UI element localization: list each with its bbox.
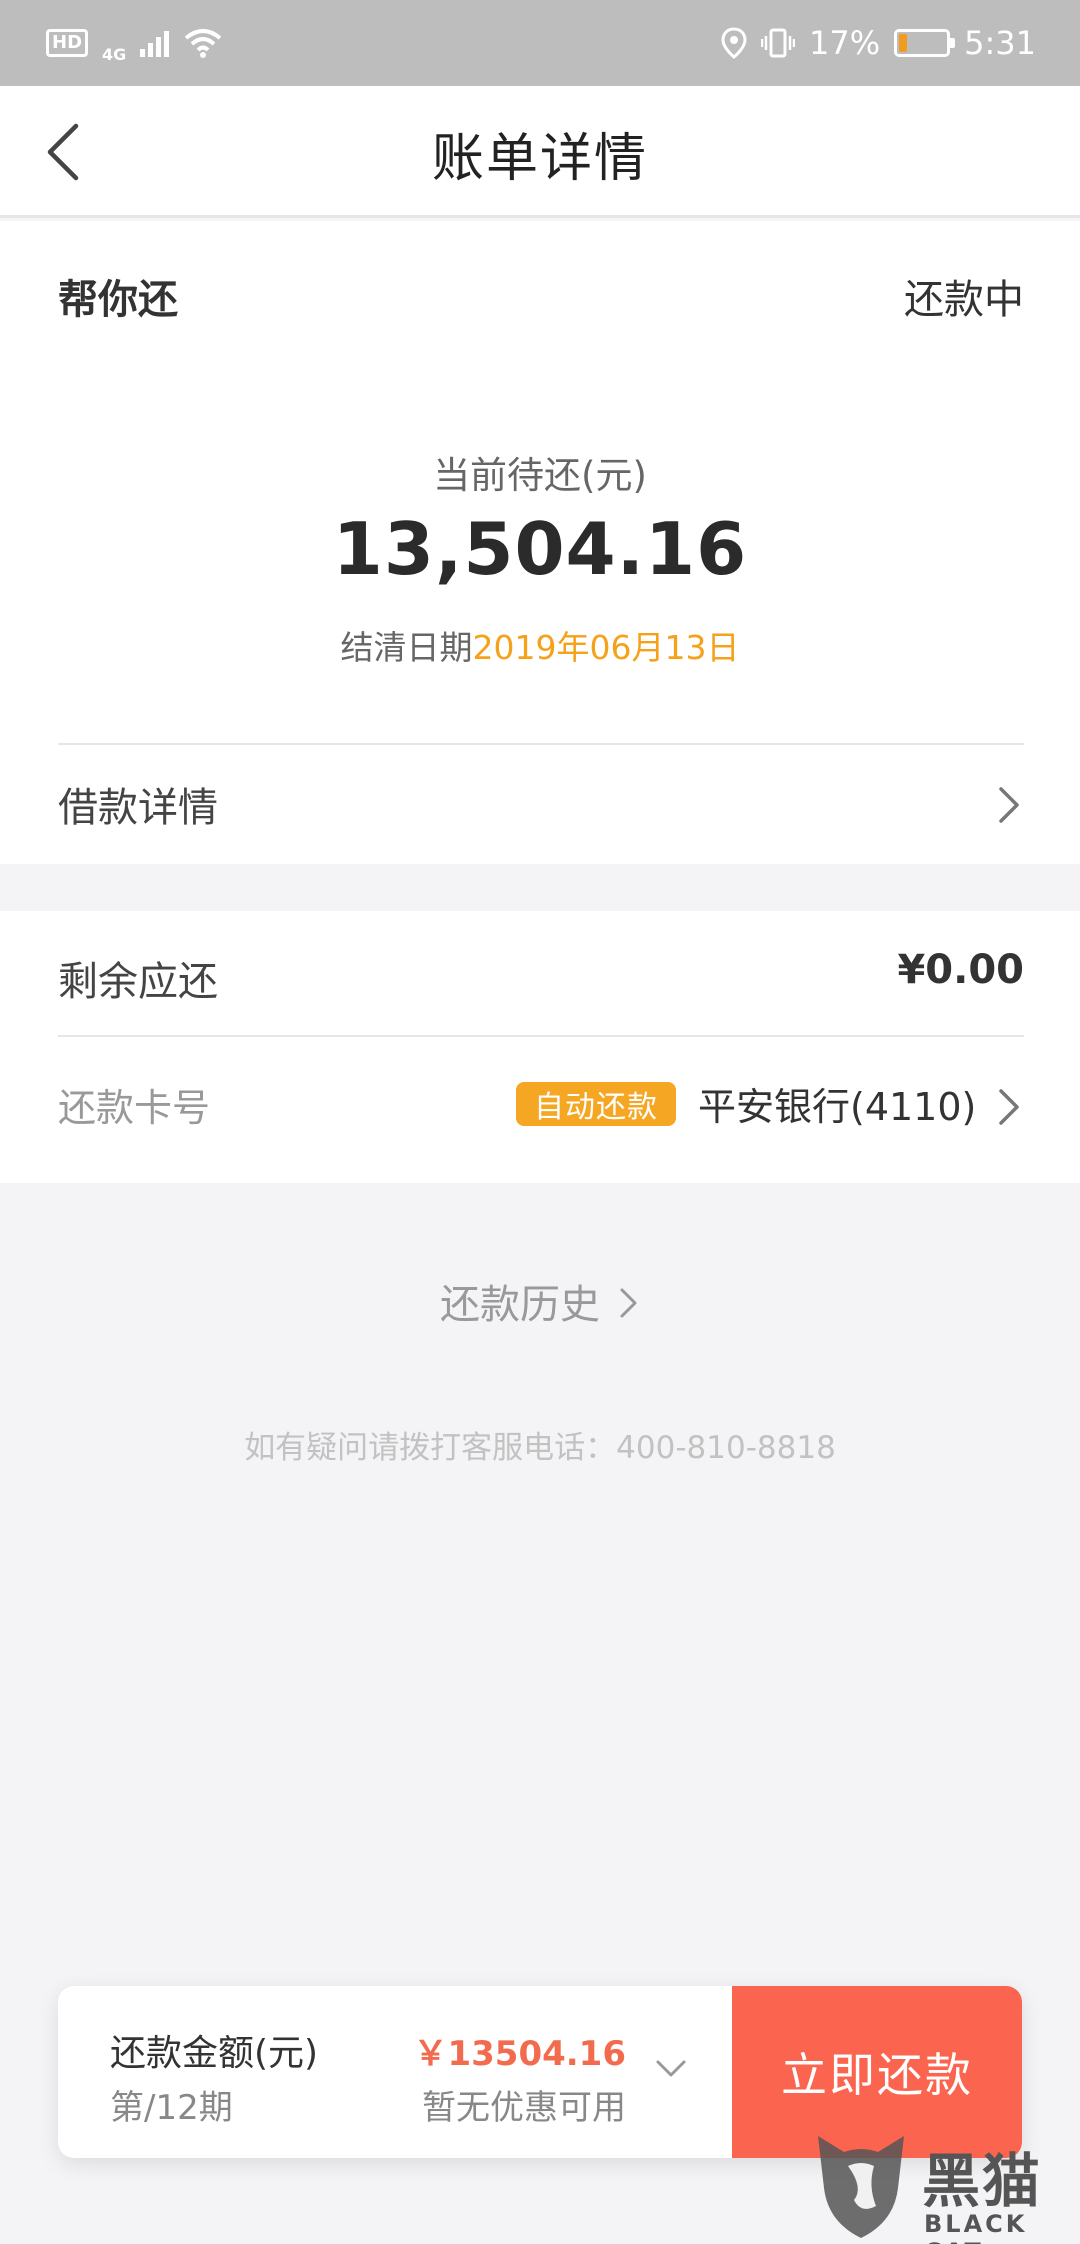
loan-details-label: 借款详情	[58, 785, 218, 831]
product-name: 帮你还	[58, 277, 178, 323]
pay-amount: ￥13504.16	[413, 2034, 626, 2074]
black-cat-watermark: 黑猫 BLACK CAT	[806, 2126, 1080, 2244]
chevron-right-icon	[620, 1288, 637, 1318]
status-right: 17% 5:31	[721, 24, 1036, 62]
status-left: HD 4G	[46, 23, 222, 64]
bill-summary-card: 帮你还 还款中 当前待还(元) 13,504.16 结清日期2019年06月13…	[0, 221, 1080, 864]
battery-icon	[894, 29, 956, 57]
page-title: 账单详情	[431, 129, 648, 189]
hd-icon: HD	[46, 29, 89, 57]
repayment-history-link[interactable]: 还款历史	[0, 1272, 1080, 1330]
chevron-right-icon	[999, 787, 1019, 823]
status-badge: 还款中	[904, 277, 1024, 323]
remaining-label: 剩余应还	[58, 959, 218, 1005]
settle-date: 2019年06月13日	[472, 628, 740, 667]
status-bar: HD 4G 17% 5:31	[0, 0, 1080, 86]
nav-bar: 账单详情	[0, 86, 1080, 218]
due-amount: 13,504.16	[332, 507, 748, 591]
settle-prefix: 结清日期	[340, 628, 473, 667]
battery-level	[899, 34, 908, 52]
history-label: 还款历史	[440, 1282, 600, 1328]
repayment-card-row[interactable]: 还款卡号 自动还款 平安银行(4110)	[0, 1037, 1080, 1183]
promo-text: 暂无优惠可用	[422, 2088, 626, 2128]
signal-icon	[140, 31, 170, 57]
clock: 5:31	[964, 24, 1036, 62]
card-number-label: 还款卡号	[58, 1086, 211, 1130]
vibrate-icon	[761, 28, 796, 58]
watermark-sub: BLACK CAT	[924, 2210, 1028, 2244]
pay-amount-label: 还款金额(元)	[110, 2033, 319, 2074]
bank-card-value: 平安银行(4110)	[698, 1085, 977, 1129]
repayment-card: 剩余应还 ¥0.00 还款卡号 自动还款 平安银行(4110)	[0, 911, 1080, 1183]
watermark-text: 黑猫	[922, 2147, 1043, 2215]
wifi-icon	[185, 29, 222, 58]
chevron-right-icon	[999, 1089, 1019, 1125]
location-icon	[721, 27, 747, 59]
settle-date-line: 结清日期2019年06月13日	[0, 621, 1080, 669]
cat-logo-icon	[818, 2136, 904, 2238]
battery-percent: 17%	[809, 24, 881, 62]
due-label: 当前待还(元)	[433, 454, 647, 497]
hotline-text: 如有疑问请拨打客服电话：400-810-8818	[244, 1430, 836, 1466]
chevron-down-icon[interactable]	[654, 2058, 688, 2080]
network-type: 4G	[102, 44, 127, 64]
loan-details-row[interactable]: 借款详情	[0, 745, 1080, 864]
auto-repay-badge: 自动还款	[516, 1082, 676, 1126]
remaining-value: ¥0.00	[897, 947, 1024, 993]
pay-period: 第/12期	[110, 2088, 233, 2128]
